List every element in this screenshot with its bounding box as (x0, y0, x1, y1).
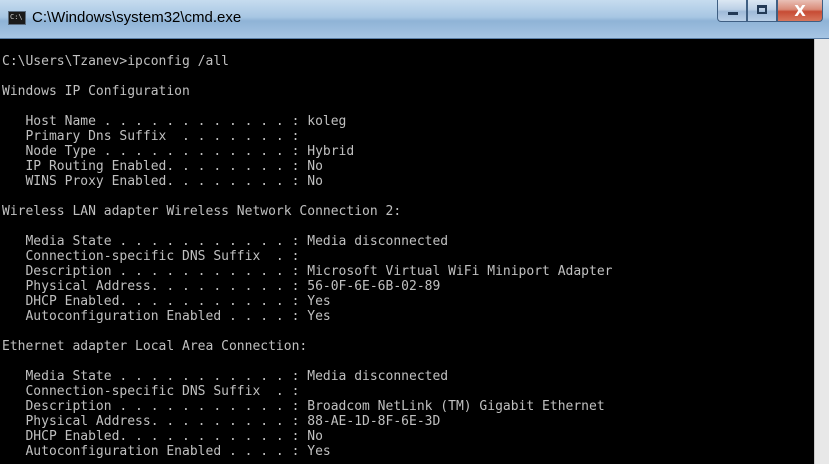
console-line: DHCP Enabled. . . . . . . . . . . : Yes (2, 294, 331, 309)
console-line: WINS Proxy Enabled. . . . . . . . : No (2, 174, 323, 189)
console-line: Autoconfiguration Enabled . . . . : Yes (2, 444, 331, 459)
console-text: C:\Users\Tzanev>ipconfig /all Windows IP… (0, 39, 814, 459)
console-line: IP Routing Enabled. . . . . . . . : No (2, 159, 323, 174)
console-line: Node Type . . . . . . . . . . . . : Hybr… (2, 144, 355, 159)
console-line: Autoconfiguration Enabled . . . . : Yes (2, 309, 331, 324)
console-line: Physical Address. . . . . . . . . : 56-0… (2, 279, 441, 294)
console-line: Ethernet adapter Local Area Connection: (2, 339, 308, 354)
maximize-button[interactable] (747, 0, 777, 22)
console-line: Media State . . . . . . . . . . . : Medi… (2, 234, 449, 249)
console-output[interactable]: C:\Users\Tzanev>ipconfig /all Windows IP… (0, 39, 814, 464)
close-icon: X (794, 2, 806, 20)
console-line: Connection-specific DNS Suffix . : (2, 384, 300, 399)
maximize-icon (757, 5, 767, 14)
console-line: Connection-specific DNS Suffix . : (2, 249, 300, 264)
title-bar[interactable]: C:\Windows\system32\cmd.exe X (0, 0, 829, 39)
console-line: Description . . . . . . . . . . . : Broa… (2, 399, 605, 414)
console-line: Windows IP Configuration (2, 84, 190, 99)
console-line: Host Name . . . . . . . . . . . . : kole… (2, 114, 347, 129)
cmd-console-icon[interactable] (8, 11, 26, 25)
console-line: Media State . . . . . . . . . . . : Medi… (2, 369, 449, 384)
console-line: Physical Address. . . . . . . . . : 88-A… (2, 414, 441, 429)
window-controls: X (717, 0, 823, 22)
minimize-button[interactable] (717, 0, 747, 22)
console-line: Wireless LAN adapter Wireless Network Co… (2, 204, 402, 219)
cmd-window: C:\Windows\system32\cmd.exe X C:\Users\T… (0, 0, 829, 464)
close-button[interactable]: X (777, 0, 823, 22)
console-line: Description . . . . . . . . . . . : Micr… (2, 264, 613, 279)
console-line: C:\Users\Tzanev>ipconfig /all (2, 54, 229, 69)
window-title: C:\Windows\system32\cmd.exe (32, 9, 242, 26)
console-line: DHCP Enabled. . . . . . . . . . . : No (2, 429, 323, 444)
vertical-scrollbar[interactable] (814, 39, 829, 464)
console-line: Primary Dns Suffix . . . . . . . : (2, 129, 300, 144)
minimize-icon (728, 12, 738, 15)
